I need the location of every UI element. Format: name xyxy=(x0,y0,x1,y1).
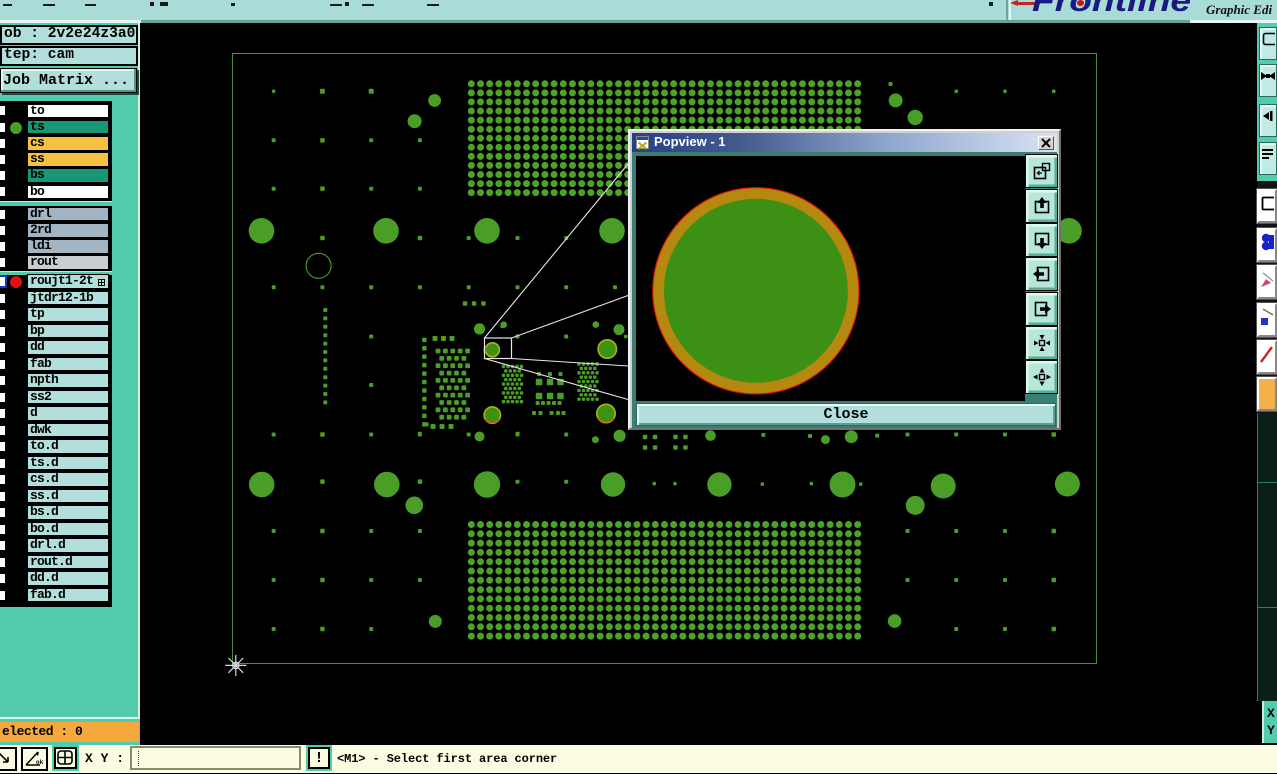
svg-text:ok: ok xyxy=(36,759,44,766)
